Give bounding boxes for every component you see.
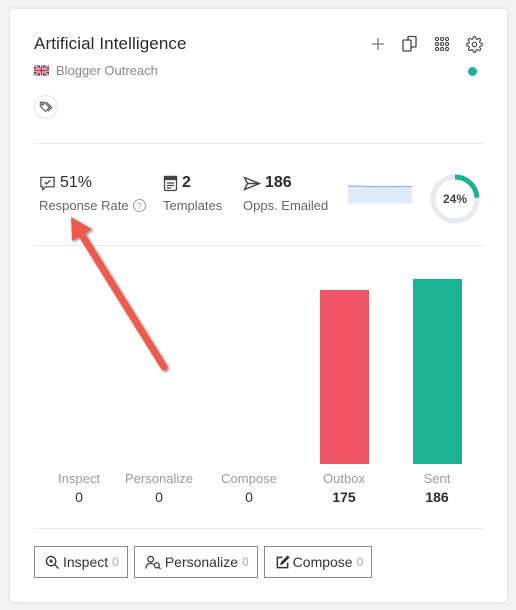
column-label: Sent bbox=[423, 471, 451, 486]
bar-outbox bbox=[320, 290, 369, 464]
uk-flag-icon bbox=[34, 65, 49, 76]
campaign-card: Artificial Intelligence Blogger Outreach bbox=[10, 9, 507, 602]
column-count: 0 bbox=[245, 489, 253, 505]
tags-icon bbox=[39, 101, 53, 113]
column-count: 186 bbox=[425, 489, 449, 505]
help-icon[interactable]: ? bbox=[132, 199, 146, 212]
divider bbox=[34, 245, 483, 246]
campaign-type: Blogger Outreach bbox=[56, 63, 158, 78]
column-count: 0 bbox=[155, 489, 163, 505]
compose-button[interactable]: Compose 0 bbox=[263, 546, 373, 578]
pipeline-column-outbox[interactable]: Outbox 175 bbox=[299, 471, 389, 505]
divider bbox=[34, 143, 483, 144]
gear-icon bbox=[465, 35, 483, 53]
sparkline-line bbox=[348, 185, 412, 188]
personalize-button-label: Personalize bbox=[164, 554, 238, 570]
chat-check-icon bbox=[40, 176, 55, 191]
status-indicator bbox=[468, 67, 477, 76]
pipeline-chart bbox=[10, 259, 507, 464]
document-icon bbox=[163, 175, 178, 191]
column-label: Inspect bbox=[58, 471, 100, 486]
action-buttons: Inspect 0 Personalize 0 Compose 0 bbox=[34, 546, 373, 578]
apps-button[interactable] bbox=[433, 35, 451, 53]
copy-icon bbox=[402, 35, 417, 52]
opps-emailed-label: Opps. Emailed bbox=[243, 198, 329, 213]
compose-button-label: Compose bbox=[292, 554, 353, 570]
stat-opps-emailed: 186 Opps. Emailed bbox=[243, 173, 328, 213]
user-search-icon bbox=[145, 555, 161, 569]
sparkline-area bbox=[348, 186, 412, 204]
pipeline-column-personalize[interactable]: Personalize 0 bbox=[114, 471, 204, 505]
column-label: Outbox bbox=[323, 471, 365, 486]
send-icon bbox=[243, 175, 261, 191]
templates-label: Templates bbox=[163, 198, 223, 213]
bar-sent bbox=[413, 279, 462, 464]
inspect-button-label: Inspect bbox=[63, 554, 109, 570]
compose-button-count: 0 bbox=[356, 555, 364, 569]
progress-donut: 24% bbox=[430, 174, 480, 224]
column-label: Personalize bbox=[125, 471, 193, 486]
campaign-title[interactable]: Artificial Intelligence bbox=[34, 34, 187, 54]
duplicate-button[interactable] bbox=[401, 35, 419, 53]
donut-label: 24% bbox=[443, 192, 467, 206]
templates-value: 2 bbox=[182, 174, 191, 191]
response-rate-label: Response Rate bbox=[39, 198, 129, 213]
personalize-button[interactable]: Personalize 0 bbox=[133, 546, 258, 578]
divider bbox=[34, 528, 483, 529]
sparkline-chart bbox=[348, 185, 412, 204]
response-rate-value: 51% bbox=[60, 174, 93, 191]
zoom-in-icon bbox=[45, 555, 60, 569]
pipeline-column-compose[interactable]: Compose 0 bbox=[204, 471, 294, 505]
personalize-button-count: 0 bbox=[241, 555, 249, 569]
add-button[interactable] bbox=[369, 35, 387, 53]
plus-icon bbox=[372, 38, 384, 50]
opps-emailed-value: 186 bbox=[265, 174, 292, 191]
grid-icon bbox=[434, 36, 450, 52]
inspect-button-count: 0 bbox=[112, 555, 119, 569]
settings-button[interactable] bbox=[465, 35, 483, 53]
column-label: Compose bbox=[221, 471, 277, 486]
pipeline-column-sent[interactable]: Sent 186 bbox=[392, 471, 482, 505]
column-count: 175 bbox=[332, 489, 356, 505]
tags-button[interactable] bbox=[34, 95, 58, 119]
edit-icon bbox=[276, 554, 290, 568]
stat-response-rate: 51% Response Rate ? bbox=[39, 173, 146, 213]
inspect-button[interactable]: Inspect 0 bbox=[34, 546, 128, 578]
card-actions bbox=[369, 35, 483, 53]
pipeline-column-inspect[interactable]: Inspect 0 bbox=[34, 471, 124, 505]
stat-templates: 2 Templates bbox=[163, 173, 222, 213]
campaign-subtitle: Blogger Outreach bbox=[34, 63, 158, 78]
column-count: 0 bbox=[75, 489, 83, 505]
